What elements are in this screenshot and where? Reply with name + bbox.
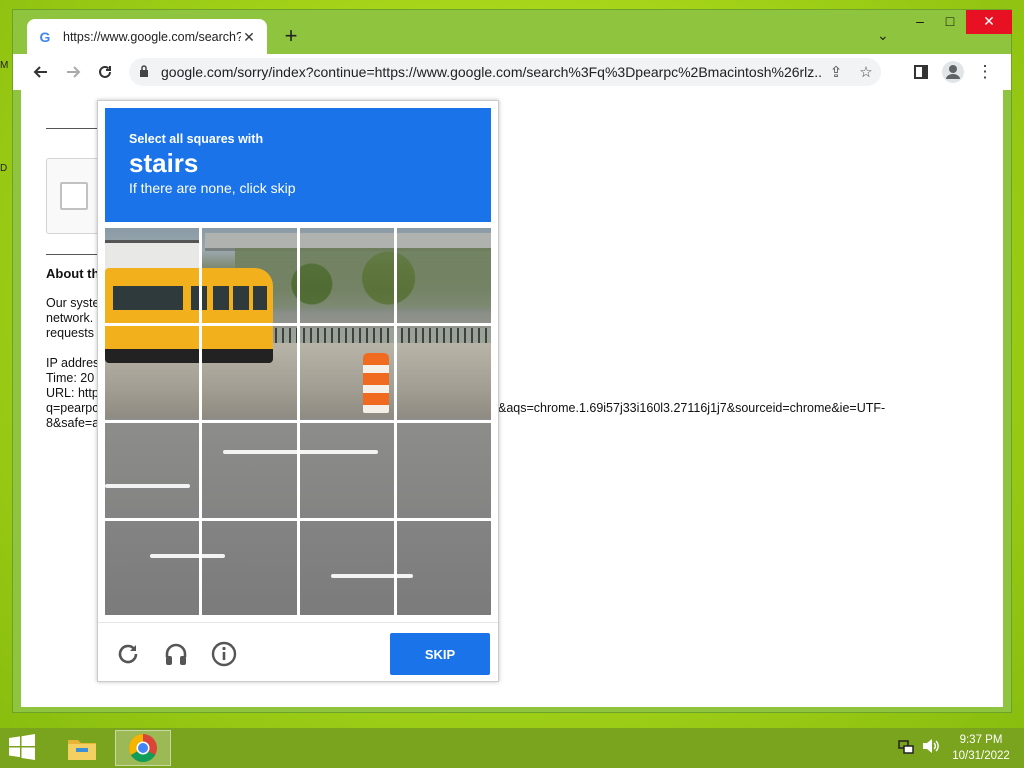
captcha-tile-image [396,423,491,518]
captcha-tile[interactable] [299,228,394,323]
address-url[interactable]: google.com/sorry/index?continue=https://… [161,64,821,80]
profile-avatar-icon[interactable] [937,56,969,88]
captcha-tile[interactable] [299,520,394,615]
captcha-tile-image [202,325,297,420]
captcha-instruction-text: Select all squares with [129,132,264,146]
body-line: network. [46,311,94,325]
captcha-tile-image [202,228,297,323]
taskbar: 9:37 PM 10/31/2022 [0,728,1024,768]
url-tail-text: &aqs=chrome.1.69i57j33i160l3.27116j1j7&s… [498,401,886,415]
captcha-footer: SKIP [98,622,498,682]
reload-icon[interactable] [89,56,121,88]
captcha-tile-image [202,423,297,518]
audio-challenge-headphones-icon[interactable] [163,641,189,667]
captcha-tile-image [299,228,394,323]
share-icon[interactable]: ⇪ [821,63,851,81]
captcha-tile-image [105,423,200,518]
captcha-image-grid [105,228,491,615]
captcha-tile[interactable] [202,520,297,615]
captcha-tile[interactable] [299,325,394,420]
address-bar[interactable]: google.com/sorry/index?continue=https://… [129,58,881,86]
captcha-tile[interactable] [396,423,491,518]
tab-strip: G https://www.google.com/search?q= ✕ + ⌄… [13,10,1012,55]
body-line: requests [46,326,94,340]
captcha-instruction-header: Select all squares with stairs If there … [105,108,491,222]
captcha-tile[interactable] [202,423,297,518]
desktop-icon-label-fragment: M [0,60,9,71]
captcha-tile-image [396,520,491,615]
info-line: Time: 20 [46,371,95,385]
tab-close-icon[interactable]: ✕ [241,29,257,46]
captcha-tile[interactable] [396,228,491,323]
info-icon[interactable] [211,641,237,667]
captcha-skip-hint: If there are none, click skip [129,180,296,196]
about-heading: About th [46,266,100,281]
captcha-tile[interactable] [105,228,200,323]
more-menu-icon[interactable]: ⋮ [969,56,1001,88]
captcha-tile-image [396,228,491,323]
info-line: URL: http [46,386,99,400]
maximize-button[interactable]: □ [935,10,965,34]
windows-start-icon[interactable] [8,734,40,762]
close-window-button[interactable]: ✕ [966,10,1012,34]
captcha-challenge-dialog: Select all squares with stairs If there … [97,100,499,682]
tab-search-chevron-icon[interactable]: ⌄ [877,27,889,44]
info-line: IP addres [46,356,100,370]
lock-icon[interactable] [139,64,153,80]
clock-time: 9:37 PM [959,734,1003,746]
captcha-tile-image [105,228,200,323]
captcha-tile-image [299,423,394,518]
captcha-target-word: stairs [129,148,199,178]
clock-date: 10/31/2022 [952,750,1010,762]
captcha-tile[interactable] [202,228,297,323]
google-favicon-icon: G [39,29,51,45]
volume-icon[interactable] [921,738,939,757]
captcha-tile[interactable] [105,520,200,615]
info-line: 8&safe=a [46,416,100,430]
captcha-tile-image [105,325,200,420]
side-panel-icon[interactable] [905,56,937,88]
captcha-tile[interactable] [396,520,491,615]
new-tab-button[interactable]: + [279,25,303,49]
browser-tab[interactable]: G https://www.google.com/search?q= ✕ [27,19,267,55]
captcha-tile[interactable] [105,325,200,420]
skip-button[interactable]: SKIP [390,633,490,675]
desktop-icon-label-fragment: D [0,163,8,174]
info-line: q=pearpc [46,401,99,415]
recaptcha-checkbox[interactable] [60,182,88,210]
captcha-tile[interactable] [202,325,297,420]
system-clock[interactable]: 9:37 PM 10/31/2022 [945,732,1017,764]
back-arrow-icon[interactable] [25,56,57,88]
file-explorer-icon[interactable] [54,730,110,766]
body-line: Our syste [46,296,100,310]
browser-toolbar: google.com/sorry/index?continue=https://… [13,54,1011,90]
captcha-tile-image [202,520,297,615]
captcha-tile-image [299,520,394,615]
tab-title: https://www.google.com/search?q= [63,30,241,44]
captcha-tile-image [396,325,491,420]
captcha-tile[interactable] [105,423,200,518]
network-icon[interactable] [898,738,914,757]
captcha-tile[interactable] [396,325,491,420]
chrome-taskbar-icon[interactable] [115,730,171,766]
forward-arrow-icon[interactable] [57,56,89,88]
reload-challenge-icon[interactable] [115,641,141,667]
captcha-tile[interactable] [299,423,394,518]
captcha-tile-image [105,520,200,615]
bookmark-star-icon[interactable]: ☆ [851,63,881,81]
captcha-tile-image [299,325,394,420]
minimize-button[interactable]: – [905,10,935,34]
